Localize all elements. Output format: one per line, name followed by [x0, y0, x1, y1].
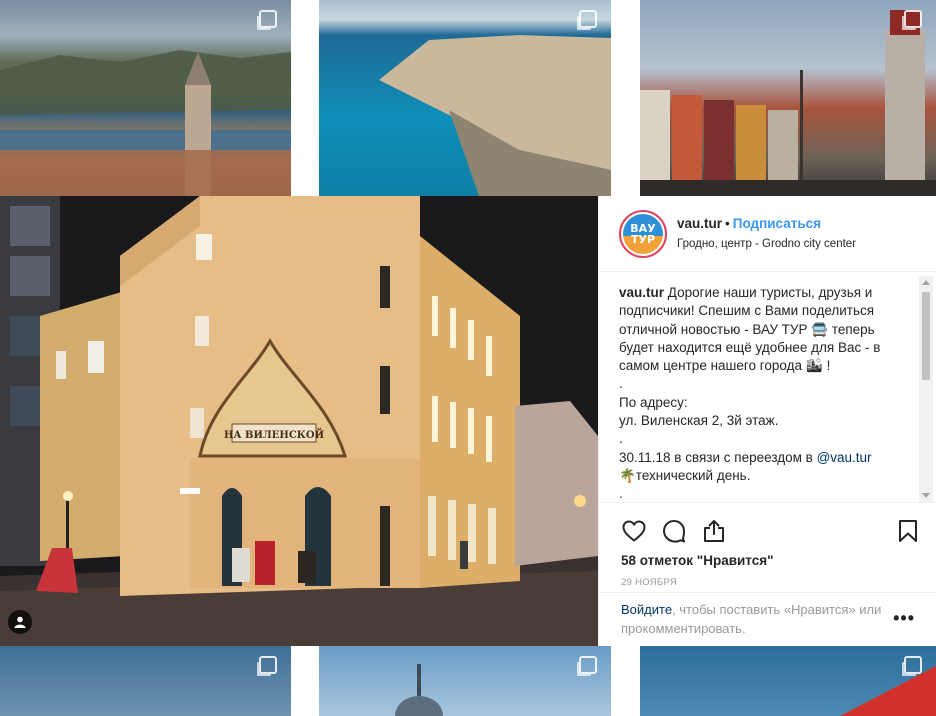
bookmark-icon [899, 520, 917, 542]
grid-gap [611, 646, 640, 716]
caption-line: . [619, 376, 623, 392]
share-icon [704, 520, 724, 542]
comment-button[interactable] [661, 518, 687, 544]
building-sign: НА ВИЛЕНСКОЙ [224, 428, 324, 441]
action-icons-row [621, 511, 921, 551]
user-tag-button[interactable] [8, 610, 32, 634]
save-button[interactable] [895, 518, 921, 544]
caption-line: ул. Виленская 2, 3й этаж. [619, 413, 779, 429]
scroll-down-arrow-icon[interactable] [922, 493, 930, 498]
user-icon [14, 616, 26, 628]
multiple-photos-icon [904, 10, 922, 28]
avatar-logo: ВАУ ТУР [623, 213, 663, 254]
grid-photo-coastal-town[interactable] [0, 0, 291, 196]
more-options-button[interactable]: ••• [893, 609, 915, 628]
avatar-text-bottom: ТУР [630, 232, 656, 246]
multiple-photos-icon [259, 656, 277, 674]
share-button[interactable] [701, 518, 727, 544]
caption-area[interactable]: vau.tur Дорогие наши туристы, друзья и п… [619, 284, 911, 498]
heart-icon [622, 520, 646, 542]
post-header: ВАУ ТУР vau.tur • Подписаться Гродно, цент… [599, 196, 936, 272]
grid-photo-bottom-1[interactable] [0, 646, 291, 716]
grid-gap [291, 0, 319, 196]
caption-line: 30.11.18 в связи с переездом в @vau.tur [619, 449, 911, 467]
caption-paragraph: vau.tur Дорогие наши туристы, друзья и п… [619, 284, 911, 375]
follow-button[interactable]: Подписаться [733, 216, 821, 231]
separator: • [725, 215, 730, 231]
likes-count[interactable]: 58 отметок "Нравится" [621, 553, 921, 568]
coastal-town-image [0, 50, 291, 196]
dome-image [395, 664, 443, 716]
grid-photo-harbor[interactable] [640, 0, 936, 196]
multiple-photos-icon [579, 656, 597, 674]
multiple-photos-icon [259, 10, 277, 28]
multiple-photos-icon [904, 656, 922, 674]
comment-icon [663, 520, 685, 543]
post-side-panel: ВАУ ТУР vau.tur • Подписаться Гродно, цент… [598, 196, 936, 646]
post-date[interactable]: 29 НОЯБРЯ [621, 577, 921, 588]
post-photo[interactable]: НА ВИЛЕНСКОЙ [0, 196, 598, 646]
grid-photo-bottom-2[interactable] [319, 646, 611, 716]
harbor-image [640, 10, 936, 196]
header-text: vau.tur • Подписаться Гродно, центр - Grod… [677, 214, 856, 254]
location-link[interactable]: Гродно, центр - Grodno city center [677, 234, 856, 254]
avatar[interactable]: ВАУ ТУР [619, 209, 667, 258]
scrollbar-thumb[interactable] [922, 292, 930, 380]
instagram-post-modal: НА ВИЛЕНСКОЙ ВАУ ТУР vau.tur • Подписать… [0, 0, 936, 716]
caption-line: 🌴технический день. [619, 467, 751, 483]
caption-line: . [619, 431, 623, 447]
grid-gap [611, 0, 640, 196]
flag-image [840, 666, 936, 716]
username-link[interactable]: vau.tur [677, 216, 722, 231]
building-night-image: НА ВИЛЕНСКОЙ [0, 196, 598, 646]
caption-author[interactable]: vau.tur [619, 285, 664, 300]
post-actions: 58 отметок "Нравится" 29 НОЯБРЯ [599, 502, 936, 588]
sea-cliff-image [379, 35, 611, 196]
scroll-up-arrow-icon[interactable] [922, 280, 930, 285]
grid-photo-bottom-3[interactable] [640, 646, 936, 716]
like-button[interactable] [621, 518, 647, 544]
caption-line: По адресу: [619, 394, 688, 410]
caption-line: . [619, 486, 623, 498]
caption-scrollbar[interactable] [919, 276, 933, 502]
login-prompt: Войдите, чтобы поставить «Нравится» или … [599, 592, 936, 646]
multiple-photos-icon [579, 10, 597, 28]
avatar-text-top: ВАУ [630, 221, 656, 235]
mention-link[interactable]: @vau.tur [817, 450, 872, 465]
grid-gap [291, 646, 319, 716]
grid-photo-sea-cliff[interactable] [319, 0, 611, 196]
login-link[interactable]: Войдите [621, 602, 672, 617]
caption-line-text: 30.11.18 в связи с переездом в [619, 449, 813, 465]
